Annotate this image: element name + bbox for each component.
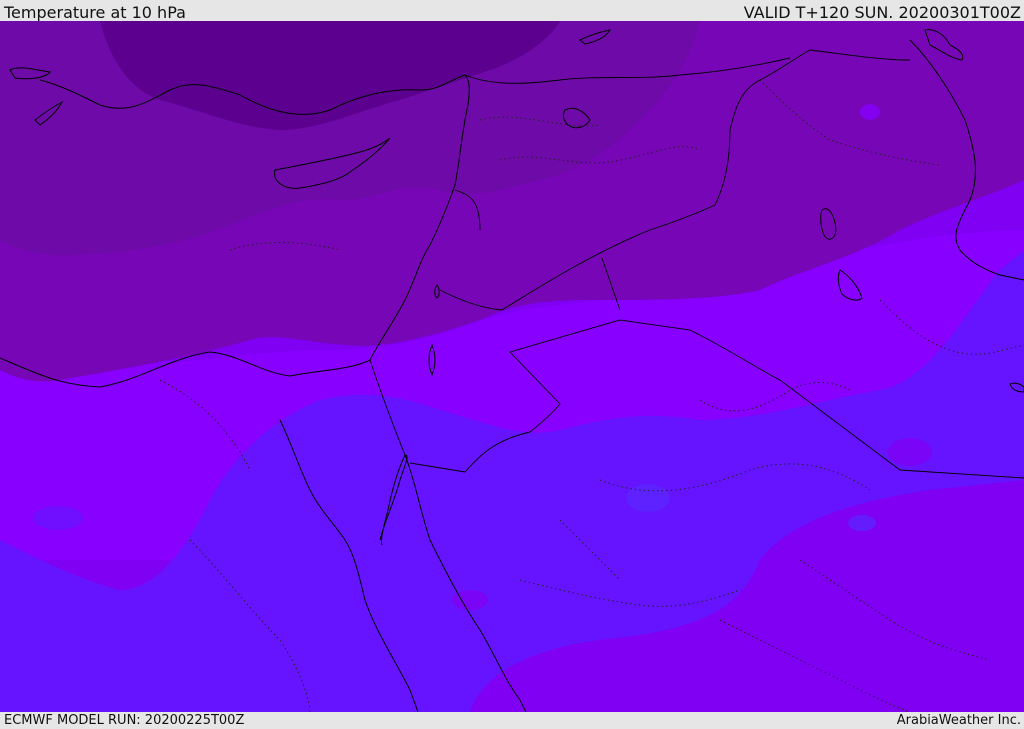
temperature-patch <box>888 438 932 466</box>
temperature-patch <box>626 484 670 512</box>
temperature-patch <box>860 104 880 120</box>
credit-label: ArabiaWeather Inc. <box>896 713 1021 728</box>
footer-bar: ECMWF MODEL RUN: 20200225T00Z ArabiaWeat… <box>0 712 1024 729</box>
temperature-patch <box>33 506 83 530</box>
weather-map[interactable] <box>0 21 1024 712</box>
title-bar: Temperature at 10 hPa VALID T+120 SUN. 2… <box>0 0 1024 22</box>
valid-time-label: VALID T+120 SUN. 20200301T00Z <box>743 3 1021 22</box>
model-run-label: ECMWF MODEL RUN: 20200225T00Z <box>4 713 245 728</box>
map-title: Temperature at 10 hPa <box>4 3 186 22</box>
temperature-patch <box>848 515 876 531</box>
